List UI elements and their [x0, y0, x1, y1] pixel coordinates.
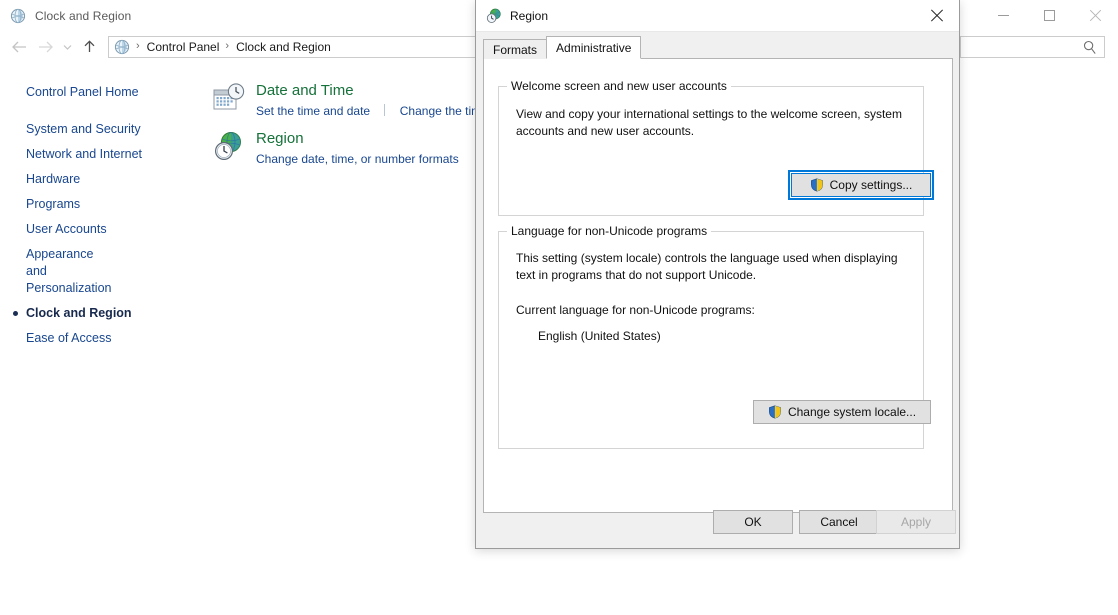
- region-dialog: Region Formats Administrative Welcome sc…: [475, 0, 960, 549]
- sidebar-item-user-accounts[interactable]: User Accounts: [0, 217, 206, 242]
- language-description: This setting (system locale) controls th…: [516, 251, 898, 282]
- sidebar-item-label: Network and Internet: [26, 147, 143, 161]
- tab-label: Administrative: [556, 40, 632, 55]
- button-label: Cancel: [820, 515, 858, 529]
- link-change-date-time-number-formats[interactable]: Change date, time, or number formats: [256, 152, 459, 166]
- change-system-locale-button[interactable]: Change system locale...: [753, 400, 931, 424]
- up-button[interactable]: [76, 35, 102, 59]
- sidebar-item-label: Ease of Access: [26, 331, 112, 345]
- link-set-the-time-and-date[interactable]: Set the time and date: [256, 104, 370, 118]
- date-time-icon: [212, 82, 246, 116]
- current-item-bullet-icon: [13, 311, 18, 316]
- copy-settings-button[interactable]: Copy settings...: [788, 170, 934, 200]
- search-box[interactable]: [960, 35, 1105, 58]
- sidebar-item-label: Hardware: [26, 172, 81, 186]
- search-icon: [1083, 40, 1097, 55]
- dialog-title: Region: [510, 8, 549, 23]
- button-label: Apply: [900, 515, 932, 529]
- dialog-tabs: Formats Administrative: [483, 36, 642, 59]
- chevron-down-icon: [63, 44, 71, 50]
- tab-administrative[interactable]: Administrative: [546, 36, 642, 59]
- search-input[interactable]: [965, 37, 1083, 56]
- group-language-non-unicode: Language for non-Unicode programs This s…: [498, 224, 931, 449]
- close-button[interactable]: [1072, 0, 1118, 31]
- current-language-label: Current language for non-Unicode program…: [516, 303, 755, 317]
- category-title[interactable]: Date and Time: [256, 81, 481, 101]
- breadcrumb-item-control-panel[interactable]: Control Panel: [147, 40, 220, 54]
- sidebar-item-programs[interactable]: Programs: [0, 192, 206, 217]
- dialog-footer: OK Cancel Apply: [476, 499, 959, 548]
- sidebar-item-label: System and Security: [26, 122, 141, 136]
- maximize-button[interactable]: [1026, 0, 1072, 31]
- up-arrow-icon: [84, 40, 94, 52]
- region-icon: [486, 8, 502, 24]
- ok-button[interactable]: OK: [713, 510, 793, 534]
- current-language-value: English (United States): [538, 329, 661, 343]
- welcome-description: View and copy your international setting…: [516, 107, 902, 138]
- sidebar-item-label: User Accounts: [26, 222, 107, 236]
- button-label: Change system locale...: [787, 405, 917, 419]
- link-change-the-time-zone[interactable]: Change the tim: [400, 104, 481, 118]
- apply-button: Apply: [876, 510, 956, 534]
- group-title: Welcome screen and new user accounts: [507, 79, 731, 93]
- breadcrumb-separator-0: ›: [136, 40, 140, 52]
- breadcrumb-item-clock-and-region[interactable]: Clock and Region: [236, 40, 331, 54]
- close-icon: [1089, 10, 1101, 22]
- tab-formats[interactable]: Formats: [483, 39, 548, 59]
- uac-shield-icon: [810, 178, 824, 192]
- back-button[interactable]: [6, 35, 32, 59]
- dialog-close-button[interactable]: [913, 0, 959, 31]
- region-globe-clock-icon: [212, 130, 246, 164]
- sidebar-item-control-panel-home[interactable]: Control Panel Home: [0, 80, 206, 105]
- sidebar-item-label: Clock and Region: [26, 306, 132, 320]
- category-text: Region Change date, time, or number form…: [256, 128, 459, 168]
- sidebar-item-system-and-security[interactable]: System and Security: [0, 117, 206, 142]
- minimize-button[interactable]: [980, 0, 1026, 31]
- cancel-button[interactable]: Cancel: [799, 510, 879, 534]
- control-panel-icon: [114, 39, 130, 55]
- button-label: Copy settings...: [829, 178, 913, 192]
- forward-button[interactable]: [32, 35, 58, 59]
- link-separator: [384, 104, 386, 116]
- window-title: Clock and Region: [35, 8, 132, 23]
- maximize-icon: [1043, 10, 1055, 21]
- forward-arrow-icon: [38, 41, 53, 52]
- sidebar-item-label: Appearance and Personalization: [26, 247, 112, 295]
- sidebar-item-label: Control Panel Home: [26, 85, 139, 99]
- sidebar: Control Panel Home System and Security N…: [0, 62, 206, 615]
- category-text: Date and Time Set the time and date Chan…: [256, 80, 481, 120]
- category-title[interactable]: Region: [256, 129, 459, 149]
- breadcrumb-separator-1: ›: [225, 40, 230, 52]
- sidebar-item-network-and-internet[interactable]: Network and Internet: [0, 142, 206, 167]
- category-links: Set the time and date Change the tim: [256, 103, 481, 120]
- group-title: Language for non-Unicode programs: [507, 224, 712, 238]
- dialog-titlebar: Region: [476, 0, 959, 32]
- recent-locations-button[interactable]: [58, 35, 76, 59]
- clock-region-icon: [10, 8, 26, 24]
- sidebar-item-label: Programs: [26, 197, 81, 211]
- minimize-icon: [997, 15, 1009, 16]
- tab-label: Formats: [493, 42, 538, 57]
- close-icon: [930, 9, 943, 22]
- group-welcome-screen: Welcome screen and new user accounts Vie…: [498, 79, 934, 216]
- button-label: OK: [744, 515, 762, 529]
- dialog-tab-page: Welcome screen and new user accounts Vie…: [483, 58, 953, 513]
- sidebar-item-appearance-and-personalization[interactable]: Appearance and Personalization: [0, 242, 120, 301]
- sidebar-item-hardware[interactable]: Hardware: [0, 167, 206, 192]
- sidebar-item-clock-and-region[interactable]: Clock and Region: [0, 301, 206, 326]
- window-controls: [980, 0, 1118, 31]
- category-links: Change date, time, or number formats: [256, 151, 459, 168]
- sidebar-item-ease-of-access[interactable]: Ease of Access: [0, 326, 206, 351]
- uac-shield-icon: [768, 405, 782, 419]
- back-arrow-icon: [11, 41, 26, 52]
